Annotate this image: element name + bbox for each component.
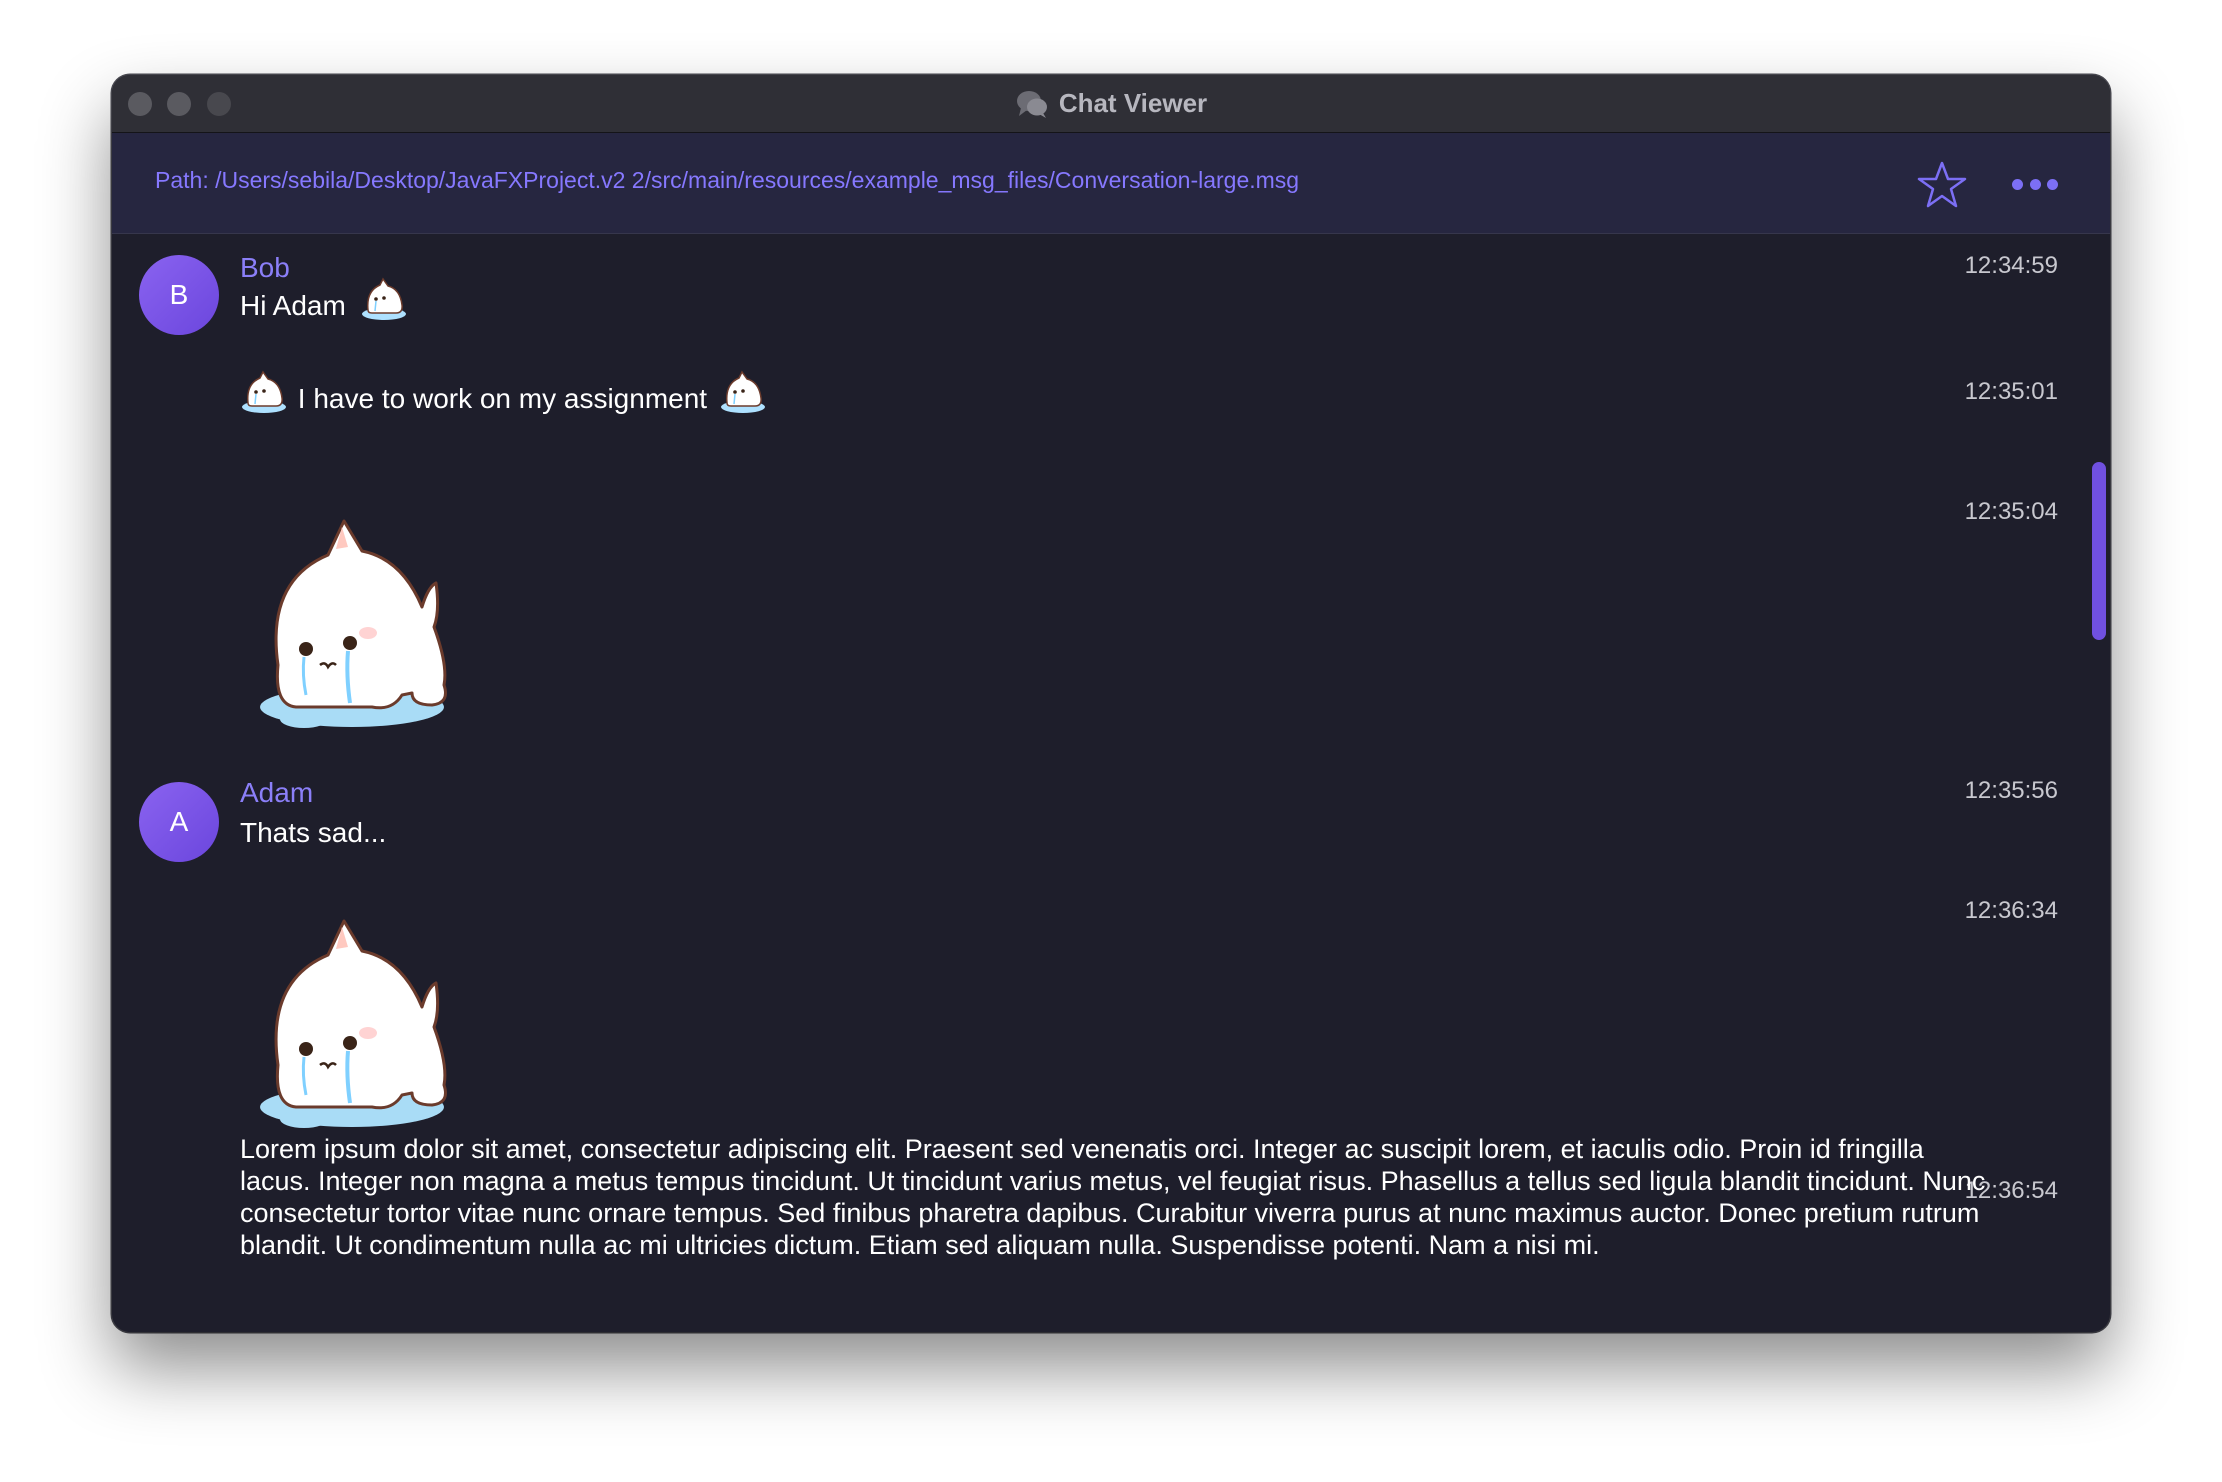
avatar: B <box>139 255 219 335</box>
message-timestamp: 12:35:56 <box>1964 777 2058 804</box>
message-text: Hi Adam <box>240 277 410 322</box>
avatar: A <box>139 782 219 862</box>
message-timestamp: 12:36:34 <box>1964 897 2058 924</box>
crying-cat-sticker <box>252 915 492 1140</box>
window-title: Chat Viewer <box>1058 88 1208 118</box>
crying-cat-emoji-icon <box>242 370 286 413</box>
message-text: I have to work on my assignment <box>240 370 769 415</box>
message-timestamp: 12:35:01 <box>1964 378 2058 405</box>
chat-bubbles-icon <box>1016 90 1047 118</box>
message-timestamp: 12:35:04 <box>1964 498 2058 525</box>
crying-cat-emoji-icon <box>361 277 406 320</box>
sender-name: Adam <box>240 777 314 808</box>
message-list[interactable]: B Bob Hi Adam 12:34:59 I have to work on… <box>112 235 2110 1332</box>
file-path-label: Path: /Users/sebila/Desktop/JavaFXProjec… <box>155 167 1300 193</box>
message-text: Thats sad... <box>240 817 387 848</box>
crying-cat-sticker <box>252 515 492 740</box>
crying-cat-sticker-icon <box>260 519 447 728</box>
more-options-button[interactable] <box>2012 171 2058 197</box>
favorite-button[interactable] <box>1917 160 1967 210</box>
scrollbar-thumb[interactable] <box>2092 462 2106 640</box>
sender-name: Bob <box>240 252 290 283</box>
crying-cat-emoji-icon <box>720 370 765 413</box>
crying-cat-sticker-icon <box>260 919 447 1128</box>
message-text: Lorem ipsum dolor sit amet, consectetur … <box>240 1134 1986 1260</box>
chat-viewer-window: Chat Viewer Path: /Users/sebila/Desktop/… <box>112 75 2110 1332</box>
path-bar: Path: /Users/sebila/Desktop/JavaFXProjec… <box>112 133 2110 234</box>
title-bar: Chat Viewer <box>112 75 2110 133</box>
star-icon <box>1917 161 1967 208</box>
message-timestamp: 12:34:59 <box>1964 252 2058 279</box>
more-dots-icon <box>2012 178 2023 190</box>
